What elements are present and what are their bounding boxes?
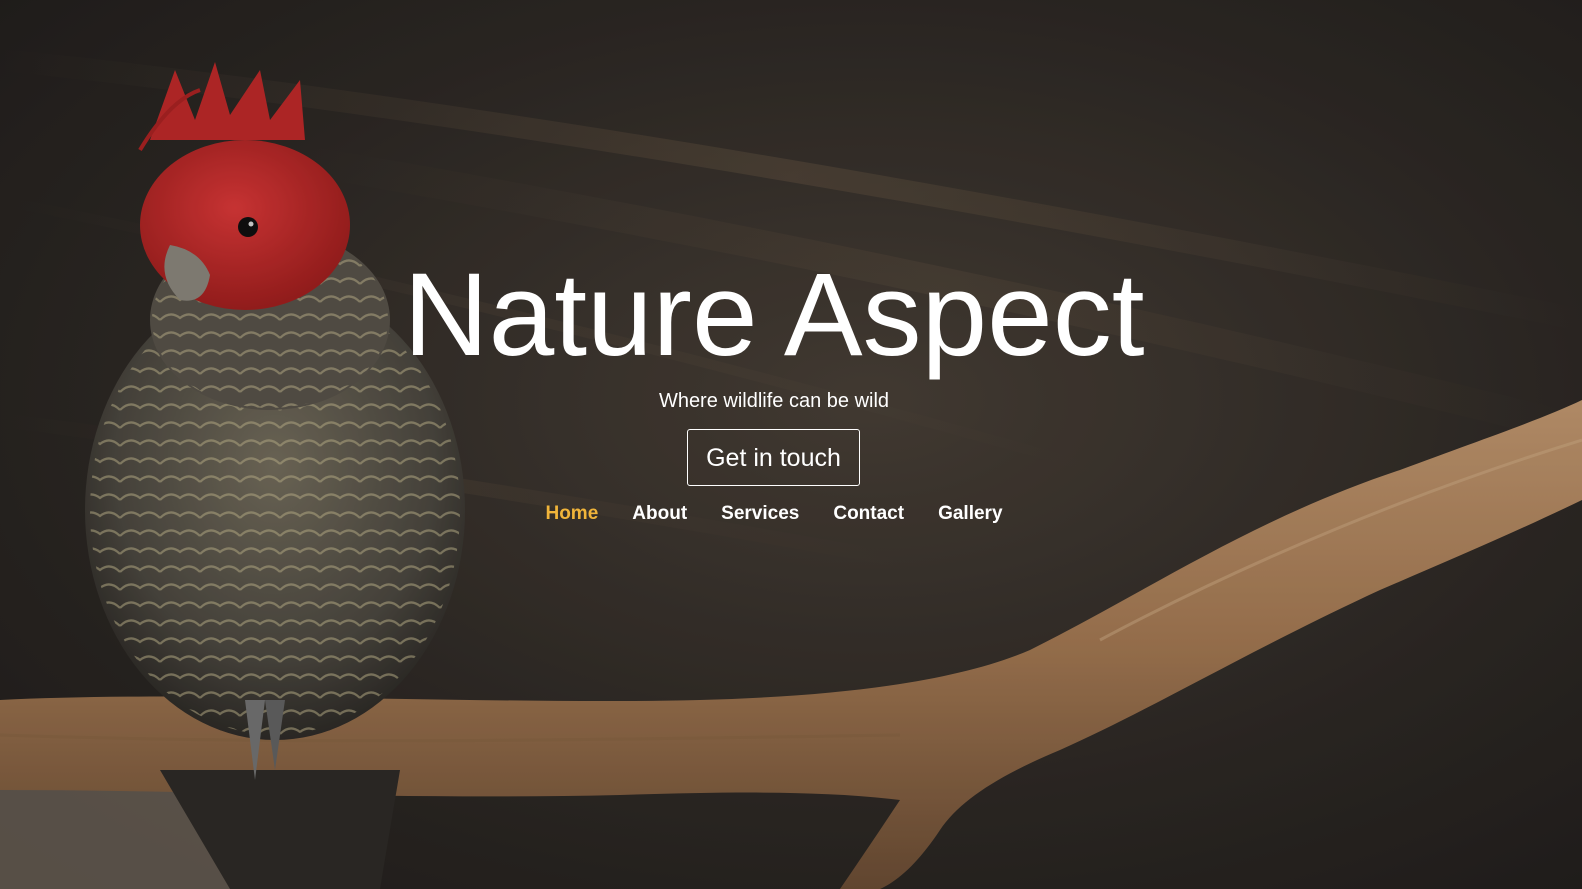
nav-link-gallery[interactable]: Gallery [938, 501, 1002, 527]
nav-link-services[interactable]: Services [721, 501, 799, 527]
nav-link-about[interactable]: About [632, 501, 687, 527]
hero-content: Nature Aspect Where wildlife can be wild… [0, 0, 1582, 889]
nav-link-contact[interactable]: Contact [833, 501, 904, 527]
tagline: Where wildlife can be wild [658, 390, 890, 412]
nav-link-home[interactable]: Home [545, 501, 598, 527]
get-in-touch-button[interactable]: Get in touch [687, 429, 860, 486]
site-title: Nature Aspect [403, 249, 1145, 381]
main-nav: Home About Services Contact Gallery [0, 501, 1548, 527]
hero-section: Nature Aspect Where wildlife can be wild… [0, 0, 1582, 889]
